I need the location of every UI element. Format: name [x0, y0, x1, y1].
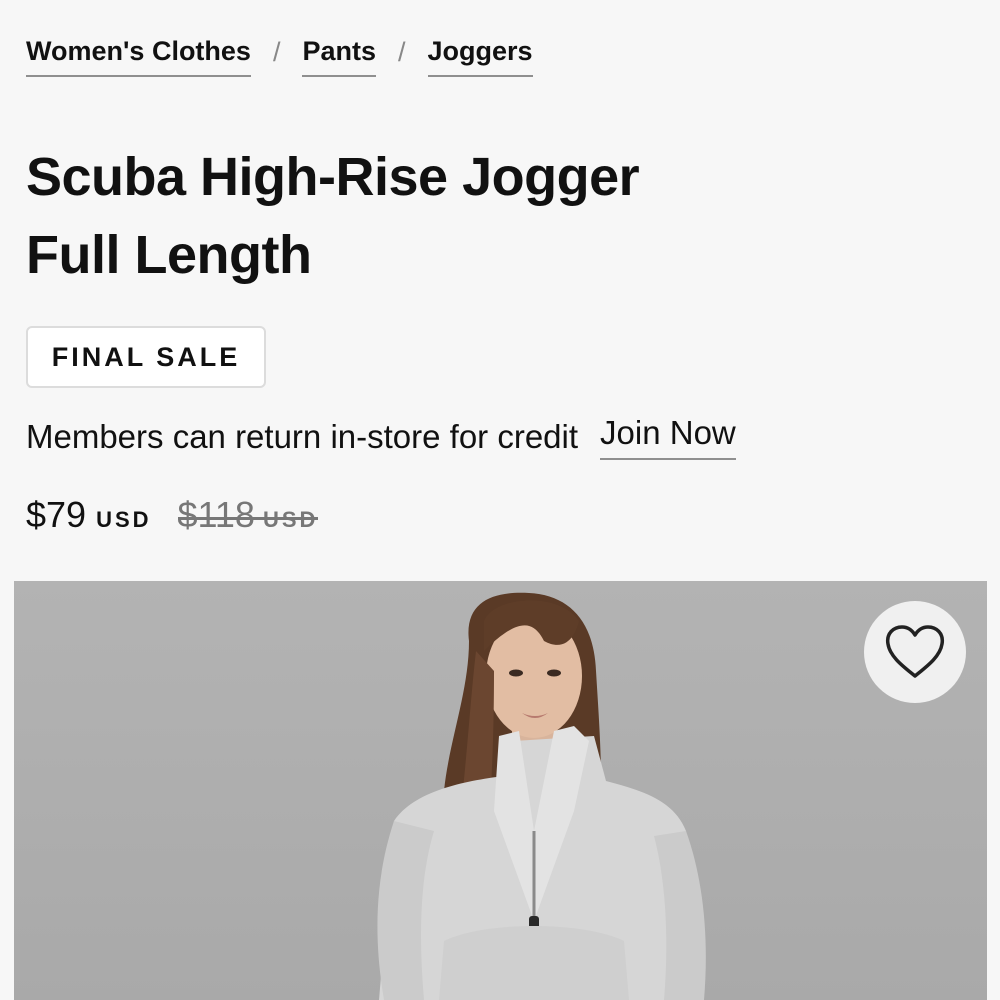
original-price: $118 USD: [177, 494, 319, 536]
model-illustration: [377, 592, 706, 1000]
current-price: $79: [26, 494, 87, 535]
breadcrumb-joggers[interactable]: Joggers: [427, 36, 533, 77]
product-title-line-1: Scuba High-Rise Jogger: [26, 147, 640, 207]
original-price-value: $118: [177, 494, 255, 535]
members-return-text: Members can return in-store for credit: [26, 418, 579, 455]
product-title: Scuba High-Rise Jogger Full Length: [26, 138, 726, 294]
product-page: Women's Clothes / Pants / Joggers Scuba …: [0, 0, 1000, 1000]
heart-icon: [885, 625, 945, 678]
join-now-link[interactable]: Join Now: [600, 414, 736, 460]
breadcrumb-womens-clothes[interactable]: Women's Clothes: [26, 36, 251, 77]
members-return-note: Members can return in-store for credit J…: [26, 414, 736, 460]
breadcrumb-separator: /: [272, 37, 281, 67]
product-title-line-2: Full Length: [26, 225, 312, 285]
final-sale-badge: FINAL SALE: [26, 326, 266, 388]
price-block: $79 USD $118 USD: [26, 494, 319, 536]
breadcrumb: Women's Clothes / Pants / Joggers: [26, 36, 533, 77]
current-price-currency: USD: [96, 507, 152, 532]
breadcrumb-separator: /: [398, 37, 406, 67]
product-image[interactable]: [14, 581, 987, 1000]
breadcrumb-pants[interactable]: Pants: [302, 36, 376, 77]
original-price-currency: USD: [262, 507, 319, 532]
wishlist-button[interactable]: [864, 601, 966, 703]
